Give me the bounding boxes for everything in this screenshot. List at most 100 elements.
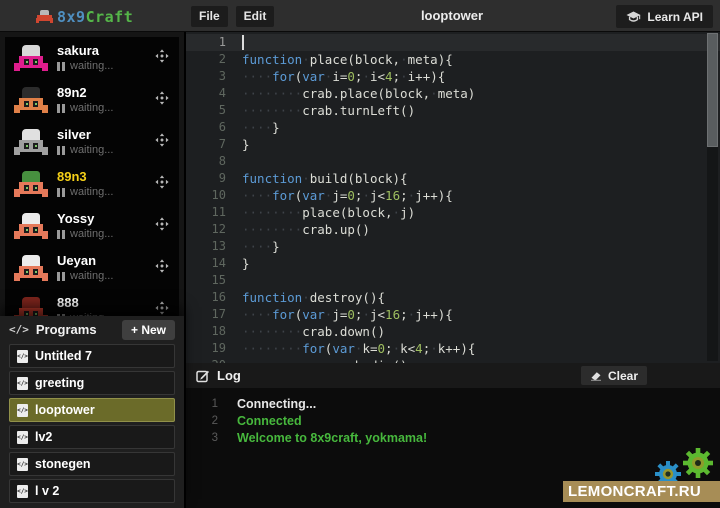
player-name: 89n3 (57, 169, 87, 184)
player-row[interactable]: silver waiting... (5, 121, 179, 163)
pause-icon (57, 104, 65, 113)
move-icon[interactable] (155, 133, 169, 147)
graduation-cap-icon (626, 11, 641, 23)
code-line: } (242, 136, 704, 153)
line-number: 17 (186, 306, 226, 323)
code-line: ········crab.up() (242, 221, 704, 238)
code-line (242, 272, 704, 289)
line-number: 18 (186, 323, 226, 340)
programs-title: Programs (36, 322, 115, 337)
log-line-number: 2 (186, 413, 218, 430)
player-status: waiting... (57, 228, 113, 240)
crab-avatar (14, 129, 48, 156)
code-line: ········crab.turnLeft() (242, 102, 704, 119)
pause-icon (57, 62, 65, 71)
program-file-icon: </> (17, 458, 28, 471)
line-number: 10 (186, 187, 226, 204)
move-icon[interactable] (155, 49, 169, 63)
player-name: Ueyan (57, 253, 96, 268)
move-icon[interactable] (155, 259, 169, 273)
sidebar: sakura waiting... 89n2 waiting... silver wait… (0, 32, 184, 508)
code-line: ····} (242, 238, 704, 255)
logo-text: 8x9Craft (57, 8, 133, 26)
code-line: ····for(var·i=0;·i<4;·i++){ (242, 68, 704, 85)
line-number: 4 (186, 85, 226, 102)
move-icon[interactable] (155, 175, 169, 189)
clear-log-button[interactable]: Clear (581, 366, 647, 385)
line-number: 7 (186, 136, 226, 153)
watermark-text: LEMONCRAFT.RU (568, 483, 701, 500)
learn-api-button[interactable]: Learn API (616, 5, 713, 28)
code-line: ········crab.down() (242, 323, 704, 340)
eraser-icon (590, 370, 602, 381)
programs-list: </>Untitled 7 </>greeting </>looptower </>l… (0, 343, 184, 503)
code-brackets-icon: </> (9, 323, 29, 336)
line-number: 13 (186, 238, 226, 255)
log-title: Log (217, 368, 241, 383)
pause-icon (57, 188, 65, 197)
line-number: 5 (186, 102, 226, 119)
program-item[interactable]: </>greeting (9, 371, 175, 395)
player-row[interactable]: 89n3waiting... (5, 163, 179, 205)
log-entry: 1Connecting... (186, 396, 720, 413)
new-program-button[interactable]: + New (122, 320, 175, 340)
program-file-icon: </> (17, 350, 28, 363)
log-header: Log Clear (186, 363, 720, 388)
program-file-icon: </> (17, 404, 28, 417)
logo-part-craft: Craft (86, 8, 134, 26)
program-file-icon: </> (17, 485, 28, 498)
move-icon[interactable] (155, 301, 169, 315)
line-number: 6 (186, 119, 226, 136)
program-file-icon: </> (17, 431, 28, 444)
code-line: function·destroy(){ (242, 289, 704, 306)
log-write-icon (196, 369, 210, 383)
line-number: 14 (186, 255, 226, 272)
crab-avatar (14, 297, 48, 316)
program-item[interactable]: </>stonegen (9, 452, 175, 476)
code-line: ····} (242, 119, 704, 136)
crab-avatar (14, 45, 48, 72)
player-row[interactable]: Yossy waiting... (5, 205, 179, 247)
crab-avatar (14, 171, 48, 198)
line-number: 1 (186, 34, 226, 51)
code-line (242, 153, 704, 170)
line-number: 2 (186, 51, 226, 68)
clear-label: Clear (608, 369, 638, 383)
player-row[interactable]: sakura waiting... (5, 37, 179, 79)
log-line-number: 1 (186, 396, 218, 413)
player-row[interactable]: Ueyan waiting... (5, 247, 179, 289)
pause-icon (57, 230, 65, 239)
player-name: 89n2 (57, 85, 87, 100)
crab-avatar (14, 87, 48, 114)
watermark-banner: LEMONCRAFT.RU (563, 481, 720, 502)
editor-scrollbar-thumb[interactable] (707, 33, 718, 147)
player-row[interactable]: 888waiting... (5, 289, 179, 316)
programs-header: </> Programs + New (0, 316, 184, 343)
editor-scrollbar-track[interactable] (707, 33, 718, 361)
app-window: 8x9Craft File Edit looptower Learn API s… (0, 0, 720, 508)
player-name: silver (57, 127, 91, 142)
program-item[interactable]: </>lv2 (9, 425, 175, 449)
player-name: sakura (57, 43, 99, 58)
player-status: waiting... (57, 102, 113, 114)
code-line (242, 34, 704, 51)
text-cursor (242, 35, 244, 50)
player-status: waiting... (57, 270, 113, 282)
player-status: waiting... (57, 60, 113, 72)
code-editor[interactable]: 1234567891011121314151617181920 function… (184, 32, 720, 363)
program-item-selected[interactable]: </>looptower (9, 398, 175, 422)
learn-api-label: Learn API (647, 10, 703, 24)
player-status: waiting... (57, 144, 113, 156)
code-line: ····for(var·j=0;·j<16;·j++){ (242, 306, 704, 323)
logo-part-8x9: 8x9 (57, 8, 86, 26)
move-icon[interactable] (155, 91, 169, 105)
player-name: Yossy (57, 211, 94, 226)
program-item[interactable]: </>Untitled 7 (9, 344, 175, 368)
player-row[interactable]: 89n2 waiting... (5, 79, 179, 121)
crab-avatar (14, 213, 48, 240)
program-item[interactable]: </>l v 2 (9, 479, 175, 503)
code-line: function·build(block){ (242, 170, 704, 187)
move-icon[interactable] (155, 217, 169, 231)
player-list: sakura waiting... 89n2 waiting... silver wait… (5, 37, 179, 316)
code-content[interactable]: function·place(block,·meta){····for(var·… (242, 34, 704, 363)
